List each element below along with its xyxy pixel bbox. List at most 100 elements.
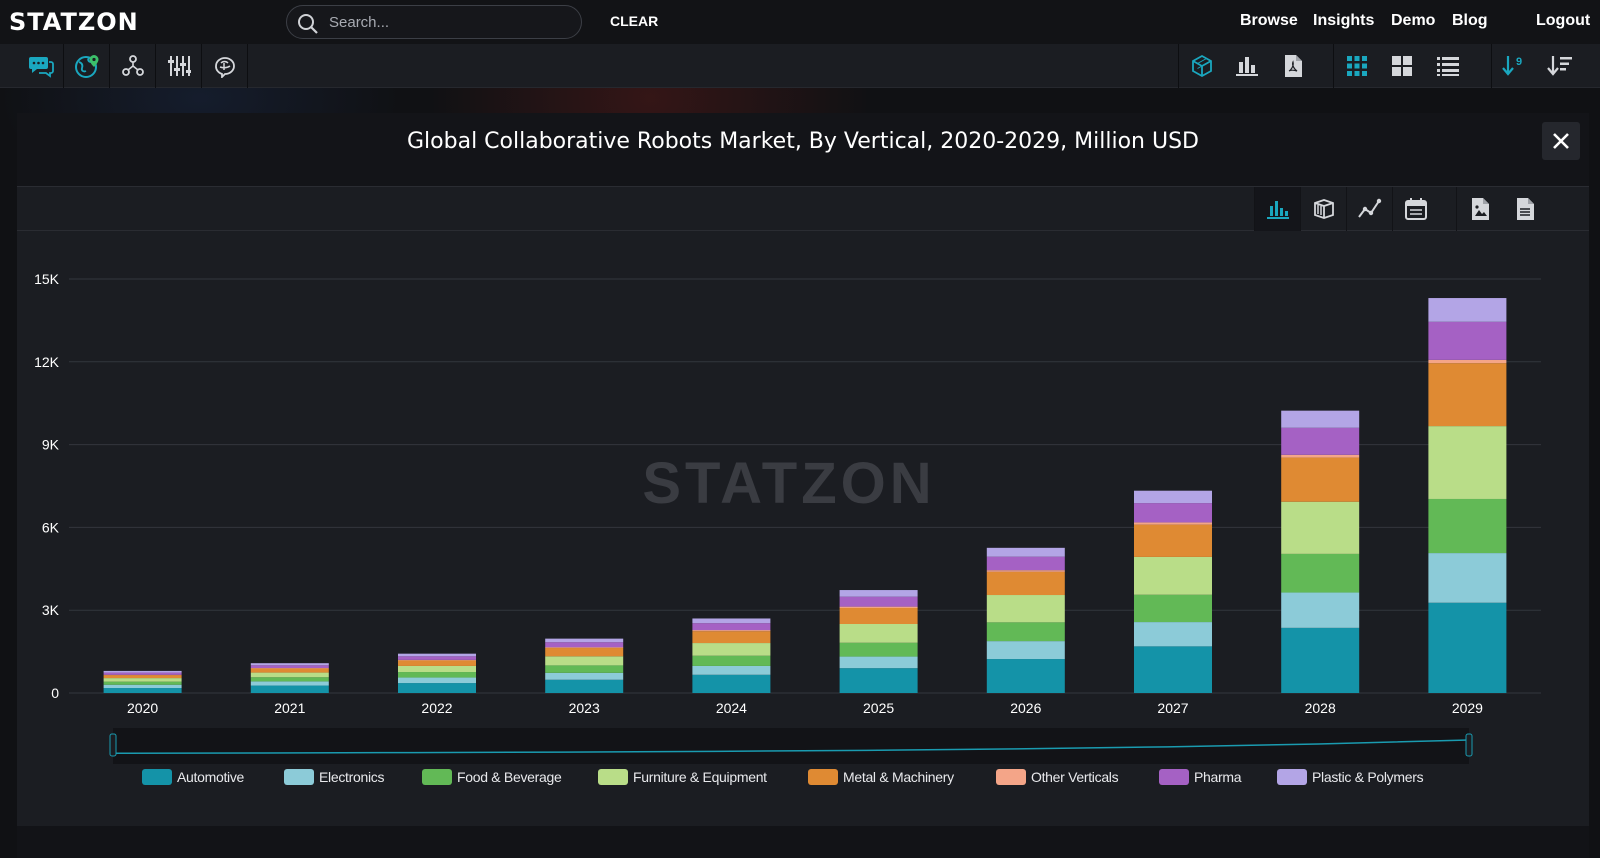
bar-segment[interactable] bbox=[986, 595, 1065, 623]
bar-segment[interactable] bbox=[1281, 457, 1360, 502]
bar-segment[interactable] bbox=[250, 677, 329, 682]
bar-segment[interactable] bbox=[692, 631, 771, 644]
bar-segment[interactable] bbox=[1281, 410, 1360, 428]
bar-segment[interactable] bbox=[1428, 498, 1507, 554]
bar-segment[interactable] bbox=[692, 643, 771, 656]
bar-segment[interactable] bbox=[545, 672, 624, 680]
bar-segment[interactable] bbox=[103, 678, 182, 682]
bar-segment[interactable] bbox=[839, 596, 918, 607]
3d-view-button[interactable] bbox=[1178, 44, 1224, 88]
bar-segment[interactable] bbox=[1134, 556, 1212, 595]
sort-numeric-button[interactable]: 9 bbox=[1491, 44, 1537, 88]
navigator-right-handle[interactable] bbox=[1465, 733, 1473, 757]
bar-segment[interactable] bbox=[545, 638, 624, 643]
stacked-layers-button[interactable] bbox=[1300, 187, 1346, 231]
chat-button[interactable] bbox=[18, 44, 64, 88]
bar-chart-type-button[interactable] bbox=[1254, 187, 1300, 231]
bar-segment[interactable] bbox=[1134, 622, 1212, 647]
bar-segment[interactable] bbox=[986, 547, 1065, 557]
bar-segment[interactable] bbox=[986, 622, 1065, 642]
nav-insights-link[interactable]: Insights bbox=[1313, 12, 1374, 30]
bar-segment[interactable] bbox=[839, 590, 918, 597]
range-navigator[interactable] bbox=[113, 728, 1469, 764]
nav-demo-link[interactable]: Demo bbox=[1391, 12, 1435, 30]
geo-button[interactable] bbox=[64, 44, 110, 88]
bar-segment[interactable] bbox=[1134, 594, 1212, 623]
bar-segment[interactable] bbox=[250, 668, 329, 673]
bar-segment[interactable] bbox=[1134, 524, 1212, 557]
bar-segment[interactable] bbox=[250, 663, 329, 666]
bar-segment[interactable] bbox=[986, 570, 1065, 572]
bar-segment[interactable] bbox=[398, 683, 476, 693]
logo[interactable]: STATZON bbox=[9, 8, 139, 36]
bar-segment[interactable] bbox=[545, 665, 624, 673]
bar-segment[interactable] bbox=[545, 656, 624, 666]
bar-segment[interactable] bbox=[103, 672, 182, 675]
grid-small-view-button[interactable] bbox=[1333, 44, 1379, 88]
bar-segment[interactable] bbox=[398, 677, 476, 684]
legend-item[interactable]: Other Verticals bbox=[996, 769, 1119, 785]
bar-segment[interactable] bbox=[103, 675, 182, 679]
bar-segment[interactable] bbox=[1281, 553, 1360, 593]
bar-segment[interactable] bbox=[250, 685, 329, 693]
insights-brain-button[interactable] bbox=[202, 44, 248, 88]
calendar-button[interactable] bbox=[1392, 187, 1438, 231]
download-image-button[interactable] bbox=[1456, 187, 1502, 231]
bar-segment[interactable] bbox=[250, 665, 329, 669]
legend-item[interactable]: Pharma bbox=[1159, 769, 1242, 785]
bar-segment[interactable] bbox=[250, 672, 329, 678]
bar-segment[interactable] bbox=[692, 623, 771, 631]
bar-segment[interactable] bbox=[1428, 426, 1507, 499]
bar-segment[interactable] bbox=[1134, 503, 1212, 523]
bar-segment[interactable] bbox=[1134, 522, 1212, 525]
bar-segment[interactable] bbox=[986, 641, 1065, 660]
bar-segment[interactable] bbox=[398, 659, 476, 661]
bar-segment[interactable] bbox=[1281, 501, 1360, 554]
bar-segment[interactable] bbox=[103, 670, 182, 673]
bar-segment[interactable] bbox=[692, 665, 771, 675]
bar-segment[interactable] bbox=[103, 681, 182, 685]
bar-segment[interactable] bbox=[839, 668, 918, 693]
bar-segment[interactable] bbox=[398, 656, 476, 660]
network-button[interactable] bbox=[110, 44, 156, 88]
download-document-button[interactable] bbox=[1502, 187, 1548, 231]
bar-segment[interactable] bbox=[103, 688, 182, 693]
bar-segment[interactable] bbox=[839, 656, 918, 669]
bar-segment[interactable] bbox=[839, 642, 918, 657]
bar-segment[interactable] bbox=[545, 647, 624, 649]
bar-segment[interactable] bbox=[1281, 627, 1360, 693]
sort-order-button[interactable] bbox=[1537, 44, 1583, 88]
bar-segment[interactable] bbox=[398, 660, 476, 666]
bar-segment[interactable] bbox=[1428, 553, 1507, 603]
legend-item[interactable]: Furniture & Equipment bbox=[598, 769, 767, 785]
bar-segment[interactable] bbox=[1428, 298, 1507, 322]
legend-item[interactable]: Food & Beverage bbox=[422, 769, 562, 785]
legend-item[interactable]: Plastic & Polymers bbox=[1277, 769, 1424, 785]
bar-segment[interactable] bbox=[1428, 321, 1507, 360]
legend-item[interactable]: Electronics bbox=[284, 769, 384, 785]
nav-logout-link[interactable]: Logout bbox=[1536, 12, 1590, 30]
bar-segment[interactable] bbox=[398, 665, 476, 673]
legend-item[interactable]: Automotive bbox=[142, 769, 244, 785]
bar-segment[interactable] bbox=[986, 659, 1065, 693]
bar-segment[interactable] bbox=[398, 672, 476, 678]
bar-segment[interactable] bbox=[692, 655, 771, 666]
legend-item[interactable]: Metal & Machinery bbox=[808, 769, 954, 785]
export-pdf-button[interactable] bbox=[1270, 44, 1316, 88]
grid-large-view-button[interactable] bbox=[1379, 44, 1425, 88]
bar-segment[interactable] bbox=[839, 606, 918, 608]
list-view-button[interactable] bbox=[1425, 44, 1471, 88]
bar-segment[interactable] bbox=[986, 571, 1065, 596]
bar-segment[interactable] bbox=[1281, 454, 1360, 458]
close-button[interactable] bbox=[1542, 122, 1580, 160]
bar-segment[interactable] bbox=[1428, 602, 1507, 693]
bar-segment[interactable] bbox=[398, 653, 476, 657]
nav-browse-link[interactable]: Browse bbox=[1240, 12, 1298, 30]
bar-segment[interactable] bbox=[1281, 427, 1360, 455]
bar-segment[interactable] bbox=[1428, 363, 1507, 427]
bar-segment[interactable] bbox=[839, 624, 918, 643]
navigator-left-handle[interactable] bbox=[109, 733, 117, 757]
bar-segment[interactable] bbox=[692, 674, 771, 693]
nav-blog-link[interactable]: Blog bbox=[1452, 12, 1488, 30]
bar-segment[interactable] bbox=[103, 684, 182, 689]
